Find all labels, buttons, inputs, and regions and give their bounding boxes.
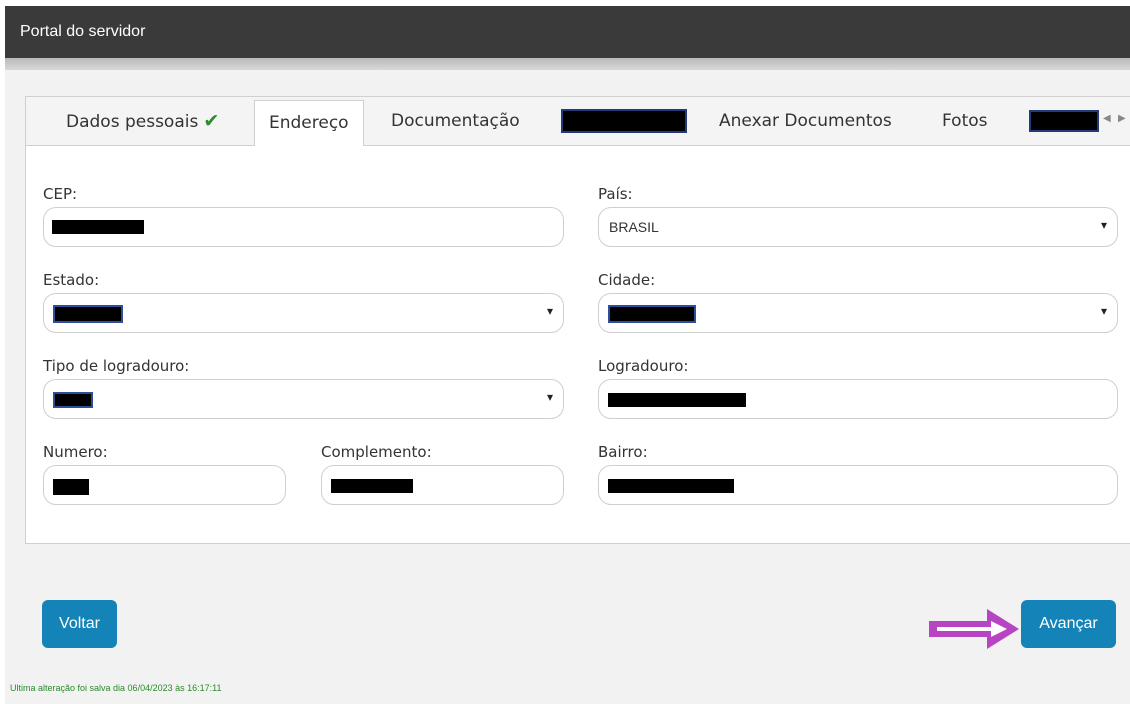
checkmark-icon: ✔ (203, 110, 220, 132)
tab-label: Dados pessoais (66, 112, 199, 132)
tab-label: Endereço (269, 113, 349, 133)
tab-documentacao[interactable]: Documentação (391, 97, 520, 145)
redacted-value (331, 479, 413, 493)
complemento-label: Complemento: (321, 443, 432, 461)
page-body: Dados pessoais ✔ Endereço Documentação An… (5, 70, 1130, 704)
redacted-value (608, 393, 746, 407)
tab-dados-pessoais[interactable]: Dados pessoais ✔ (66, 97, 219, 145)
estado-select[interactable]: ▾ (43, 293, 564, 333)
pais-select[interactable]: BRASIL ▾ (598, 207, 1118, 247)
tipo-logradouro-label: Tipo de logradouro: (43, 357, 190, 375)
tab-redacted[interactable] (561, 97, 687, 145)
redacted-value (608, 479, 734, 493)
caret-down-icon: ▾ (1100, 304, 1107, 318)
estado-label: Estado: (43, 271, 100, 289)
caret-down-icon: ▾ (1100, 218, 1107, 232)
pais-label: País: (598, 185, 633, 203)
numero-label: Numero: (43, 443, 108, 461)
redacted-value (608, 305, 696, 323)
form-card: Dados pessoais ✔ Endereço Documentação An… (25, 96, 1130, 544)
logradouro-label: Logradouro: (598, 357, 689, 375)
caret-down-icon: ▾ (546, 390, 553, 404)
scroll-right-icon[interactable]: ▶ (1118, 113, 1126, 124)
logradouro-input[interactable] (598, 379, 1118, 419)
bairro-input[interactable] (598, 465, 1118, 505)
cep-input[interactable] (43, 207, 564, 247)
scroll-left-icon[interactable]: ◀ (1103, 113, 1111, 124)
redacted-value (53, 305, 123, 323)
numero-input[interactable] (43, 465, 286, 505)
header-divider (5, 58, 1130, 70)
tab-bar: Dados pessoais ✔ Endereço Documentação An… (26, 97, 1130, 146)
bairro-label: Bairro: (598, 443, 648, 461)
tab-redacted-2[interactable] (1029, 97, 1099, 145)
save-status-text: Ultima alteração foi salva dia 06/04/202… (10, 683, 222, 693)
pais-value: BRASIL (609, 219, 659, 235)
tab-anexar-documentos[interactable]: Anexar Documentos (719, 97, 892, 145)
arrow-right-icon (929, 609, 1019, 649)
back-button[interactable]: Voltar (42, 600, 117, 648)
next-button[interactable]: Avançar (1021, 600, 1116, 648)
redacted-value (52, 220, 144, 234)
redacted-block (1029, 110, 1099, 132)
caret-down-icon: ▾ (546, 304, 553, 318)
redacted-value (53, 479, 89, 495)
tipo-logradouro-select[interactable]: ▾ (43, 379, 564, 419)
top-bar: Portal do servidor (5, 6, 1130, 58)
redacted-value (53, 392, 93, 408)
complemento-input[interactable] (321, 465, 564, 505)
tab-endereco[interactable]: Endereço (254, 100, 364, 146)
cidade-label: Cidade: (598, 271, 656, 289)
tab-label: Fotos (942, 111, 988, 131)
page-title: Portal do servidor (20, 23, 146, 40)
cidade-select[interactable]: ▾ (598, 293, 1118, 333)
cep-label: CEP: (43, 185, 78, 203)
redacted-block (561, 109, 687, 133)
tab-label: Anexar Documentos (719, 111, 892, 131)
tab-label: Documentação (391, 111, 520, 131)
tab-fotos[interactable]: Fotos (942, 97, 988, 145)
